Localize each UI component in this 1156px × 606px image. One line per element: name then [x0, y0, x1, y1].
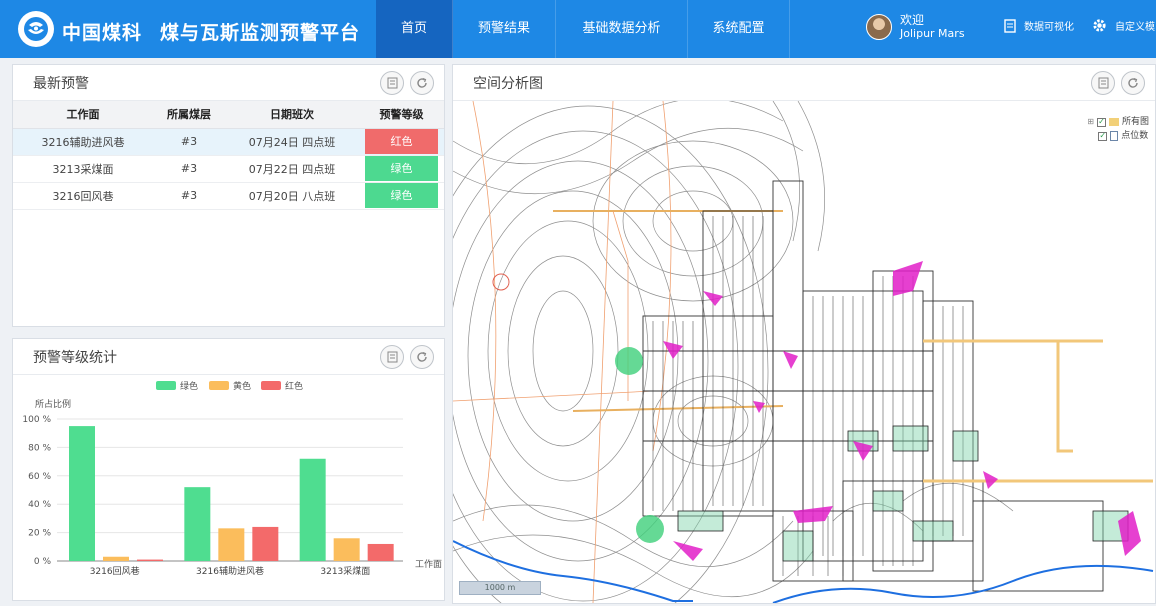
x-tick-label: 3213采煤面	[320, 565, 370, 577]
marker-circle	[492, 273, 510, 291]
bar-红色	[367, 543, 394, 561]
table-row[interactable]: 3213采煤面 #3 07月22日 四点班 绿色	[13, 155, 444, 183]
nav-item-home[interactable]: 首页	[376, 0, 453, 58]
avatar[interactable]	[866, 14, 892, 40]
bar-绿色	[184, 487, 211, 561]
document-icon[interactable]	[380, 345, 404, 369]
app-title: 煤与瓦斯监测预警平台	[160, 22, 361, 44]
nav-item-system-config[interactable]: 系统配置	[688, 0, 790, 58]
checkbox-checked[interactable]: ✓	[1098, 131, 1108, 141]
bar-黄色	[218, 528, 245, 561]
cell-seam: #3	[153, 155, 225, 183]
expand-icon[interactable]: ⊞	[1087, 115, 1094, 129]
dataviz-label: 数据可视化	[1024, 22, 1074, 33]
user-welcome: 欢迎	[900, 13, 925, 27]
river-line	[772, 564, 1154, 603]
cell-level: 红色	[359, 128, 444, 156]
y-tick-label: 100 %	[22, 415, 51, 425]
cell-face: 3213采煤面	[13, 155, 153, 183]
main-nav: 首页 预警结果 基础数据分析 系统配置	[376, 0, 790, 58]
x-axis-title: 工作面	[415, 558, 442, 570]
alerts-table: 工作面 所属煤层 日期班次 预警等级 3216辅助进风巷 #3 07月24日 四点班…	[13, 101, 444, 210]
bar-黄色	[103, 556, 129, 561]
status-badge: 绿色	[365, 183, 438, 208]
monitoring-point-green[interactable]	[636, 515, 664, 543]
spatial-analysis-panel: 空间分析图 ⊞ ✓ 所有图 ✓ 点位数 1000 m	[452, 64, 1156, 604]
col-header: 所属煤层	[153, 101, 225, 129]
x-tick-label: 3216回风巷	[90, 566, 140, 577]
document-icon[interactable]	[380, 71, 404, 95]
cell-seam: #3	[153, 182, 225, 210]
col-header: 日期班次	[225, 101, 359, 129]
x-tick-label: 3216辅助进风巷	[196, 565, 264, 577]
list-doc-icon	[1004, 18, 1016, 33]
layer-tree: ⊞ ✓ 所有图 ✓ 点位数	[1087, 115, 1149, 143]
mine-map-drawing[interactable]	[453, 101, 1155, 603]
y-tick-label: 80 %	[28, 443, 51, 453]
col-header: 工作面	[13, 101, 153, 129]
bar-绿色	[69, 426, 95, 561]
gear-icon	[1092, 18, 1107, 33]
cell-seam: #3	[153, 128, 225, 156]
refresh-icon[interactable]	[410, 345, 434, 369]
refresh-icon[interactable]	[410, 71, 434, 95]
bar-红色	[137, 559, 163, 561]
custom-label: 自定义模	[1115, 22, 1155, 33]
warning-level-bar-chart: 绿色 黄色 红色所占比例 0 % 20 % 40 % 60 % 80 % 100 % 3216回风…	[22, 380, 442, 577]
y-tick-label: 60 %	[28, 472, 51, 482]
monitoring-point-green[interactable]	[615, 347, 643, 375]
y-axis-title: 所占比例	[35, 398, 71, 410]
cell-shift: 07月24日 四点班	[225, 128, 359, 156]
dataviz-link[interactable]: 数据可视化	[1004, 18, 1074, 33]
cell-shift: 07月20日 八点班	[225, 182, 359, 210]
layer-label: 点位数	[1121, 131, 1149, 141]
y-tick-label: 0 %	[34, 557, 52, 567]
bar-红色	[252, 526, 279, 561]
table-row[interactable]: 3216辅助进风巷 #3 07月24日 四点班 红色	[13, 128, 444, 156]
custom-link[interactable]: 自定义模	[1092, 18, 1155, 33]
layer-label: 所有图	[1121, 117, 1149, 127]
legend-label: 绿色	[180, 380, 198, 392]
y-tick-label: 40 %	[28, 500, 51, 510]
layer-item[interactable]: ✓ 点位数	[1087, 129, 1149, 143]
panel-title: 最新预警	[33, 75, 89, 92]
nav-item-warning-results[interactable]: 预警结果	[453, 0, 556, 58]
cell-level: 绿色	[359, 182, 444, 210]
cell-face: 3216辅助进风巷	[13, 128, 153, 156]
panel-title: 预警等级统计	[33, 349, 117, 366]
warning-stats-panel: 预警等级统计 绿色 黄色 红色所占比例 0 % 20 % 40 % 60 % 80 % 100 …	[12, 338, 445, 601]
legend-swatch	[156, 381, 176, 390]
latest-alerts-panel: 最新预警 工作面 所属煤层 日期班次 预警等级 3216辅助进风巷 #3 07月24…	[12, 64, 445, 327]
mine-map[interactable]: ⊞ ✓ 所有图 ✓ 点位数 1000 m	[453, 101, 1155, 603]
status-badge: 绿色	[365, 156, 438, 181]
status-badge: 红色	[365, 129, 438, 154]
user-info[interactable]: 欢迎 Jolipur Mars	[866, 14, 965, 40]
legend-label: 红色	[285, 380, 303, 392]
bar-绿色	[299, 458, 326, 561]
cell-shift: 07月22日 四点班	[225, 155, 359, 183]
y-tick-label: 20 %	[28, 529, 51, 539]
folder-icon	[1108, 118, 1119, 126]
layer-item[interactable]: ⊞ ✓ 所有图	[1087, 115, 1149, 129]
cell-face: 3216回风巷	[13, 182, 153, 210]
top-header: 中国煤科 煤与瓦斯监测预警平台 首页 预警结果 基础数据分析 系统配置 欢迎 J…	[0, 0, 1156, 58]
cell-level: 绿色	[359, 155, 444, 183]
legend-label: 黄色	[233, 380, 251, 392]
nav-item-data-analysis[interactable]: 基础数据分析	[556, 0, 688, 58]
file-icon	[1110, 131, 1119, 141]
legend-swatch	[261, 381, 281, 390]
bar-黄色	[333, 538, 360, 561]
col-header: 预警等级	[359, 101, 444, 129]
user-name: Jolipur Mars	[900, 27, 965, 40]
document-icon[interactable]	[1091, 71, 1115, 95]
ccteg-logo-icon	[18, 11, 54, 47]
panel-title: 空间分析图	[473, 75, 543, 92]
legend-swatch	[209, 381, 229, 390]
brand-name: 中国煤科	[62, 22, 143, 44]
checkbox-checked[interactable]: ✓	[1096, 117, 1106, 127]
refresh-icon[interactable]	[1121, 71, 1145, 95]
table-row[interactable]: 3216回风巷 #3 07月20日 八点班 绿色	[13, 182, 444, 210]
scale-bar: 1000 m	[459, 581, 541, 595]
